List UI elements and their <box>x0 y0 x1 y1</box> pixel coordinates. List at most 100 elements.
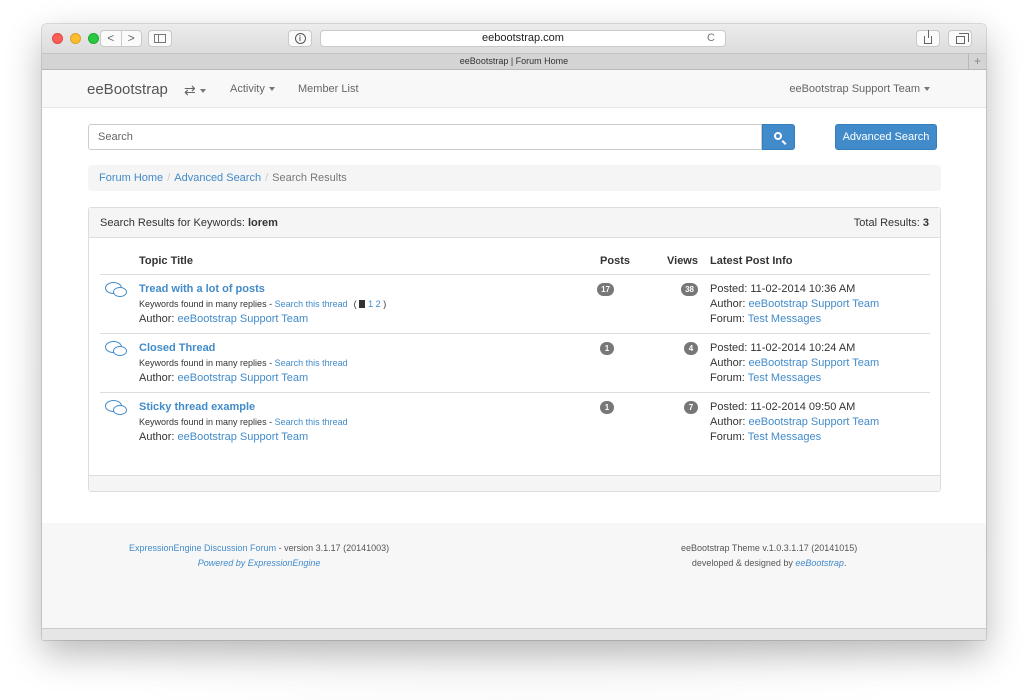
breadcrumb-forum-home[interactable]: Forum Home <box>99 172 163 184</box>
posts-count-badge: 1 <box>600 341 614 355</box>
topic-chat-icon <box>105 340 127 357</box>
table-row: Tread with a lot of posts Keywords found… <box>100 274 930 333</box>
forum-version: - version 3.1.17 (20141003) <box>276 543 390 553</box>
tabs-icon <box>955 33 969 44</box>
posted-date: Posted: 11-02-2014 10:36 AM <box>710 282 856 295</box>
author-label: Author: <box>139 312 178 325</box>
share-icon <box>924 30 932 44</box>
nav-activity[interactable]: Activity <box>230 83 275 95</box>
advanced-search-button[interactable]: Advanced Search <box>835 124 937 150</box>
results-panel-footer <box>89 475 940 491</box>
search-icon <box>774 132 782 140</box>
forum-link[interactable]: Test Messages <box>748 431 821 443</box>
page-link-1[interactable]: 1 <box>368 299 373 309</box>
footer-left: ExpressionEngine Discussion Forum - vers… <box>129 541 389 571</box>
total-results-label: Total Results: <box>853 217 923 229</box>
table-row: Closed Thread Keywords found in many rep… <box>100 332 930 392</box>
author-link[interactable]: eeBootstrap Support Team <box>178 372 309 384</box>
back-button[interactable]: < <box>101 31 122 46</box>
footer-right: eeBootstrap Theme v.1.0.3.1.17 (20141015… <box>681 543 858 568</box>
sidebar-toggle-button[interactable] <box>148 30 172 47</box>
keyword-note: Keywords found in many replies - Search … <box>139 357 348 368</box>
results-heading: Search Results for Keywords: lorem Total… <box>89 208 940 238</box>
traffic-lights <box>52 33 99 44</box>
breadcrumb-separator: / <box>265 172 269 184</box>
search-this-thread-link[interactable]: Search this thread <box>275 417 348 427</box>
posted-date: Posted: 11-02-2014 09:50 AM <box>710 400 856 413</box>
breadcrumb: Forum Home / Advanced Search / Search Result… <box>88 165 941 191</box>
search-this-thread-link[interactable]: Search this thread <box>275 299 348 309</box>
last-author-label: Author: <box>710 415 749 428</box>
table-header-row: Topic Title Posts Views Latest Post Info <box>100 252 930 275</box>
breadcrumb-current: Search Results <box>272 172 347 184</box>
search-input[interactable] <box>88 124 762 150</box>
document-icon <box>359 299 366 308</box>
caret-down-icon <box>268 87 275 92</box>
posted-date: Posted: 11-02-2014 10:24 AM <box>710 341 856 354</box>
last-author-link[interactable]: eeBootstrap Support Team <box>749 416 880 428</box>
address-bar[interactable]: eebootstrap.com C <box>320 30 726 47</box>
reload-icon[interactable]: C <box>707 31 715 46</box>
forum-label: Forum: <box>710 371 748 384</box>
nav-member-list[interactable]: Member List <box>298 83 359 95</box>
results-heading-prefix: Search Results for Keywords: <box>100 217 248 229</box>
topic-title-link[interactable]: Closed Thread <box>139 342 215 354</box>
header-topic-title: Topic Title <box>139 252 558 275</box>
last-author-label: Author: <box>710 356 749 369</box>
brand-link[interactable]: eeBootstrap <box>87 81 168 98</box>
table-row: Sticky thread example Keywords found in … <box>100 391 930 451</box>
swap-menu-toggle[interactable]: ⇄ <box>184 82 206 99</box>
page-link-2[interactable]: 2 <box>376 299 381 309</box>
caret-down-icon <box>199 89 206 94</box>
last-author-label: Author: <box>710 297 749 310</box>
reader-button[interactable]: i <box>288 30 312 47</box>
topic-chat-icon <box>105 399 127 416</box>
caret-down-icon <box>924 87 930 92</box>
author-link[interactable]: eeBootstrap Support Team <box>178 431 309 443</box>
search-this-thread-link[interactable]: Search this thread <box>275 358 348 368</box>
author-label: Author: <box>139 430 178 443</box>
user-menu-label: eeBootstrap Support Team <box>789 83 920 95</box>
new-tab-button[interactable]: + <box>968 54 986 69</box>
page-links: ( 1 2 ) <box>353 298 387 309</box>
powered-by-link[interactable]: Powered by ExpressionEngine <box>198 558 321 568</box>
eebootstrap-link[interactable]: eeBootstrap <box>795 558 844 568</box>
discussion-forum-link[interactable]: ExpressionEngine Discussion Forum <box>129 543 276 553</box>
total-results: Total Results: 3 <box>854 208 929 238</box>
forum-link[interactable]: Test Messages <box>748 372 821 384</box>
window-bottom-edge <box>42 628 986 640</box>
site-footer: ExpressionEngine Discussion Forum - vers… <box>42 523 986 628</box>
show-tabs-button[interactable] <box>948 30 972 47</box>
forward-button[interactable]: > <box>122 31 142 46</box>
views-count-badge: 7 <box>684 400 698 414</box>
close-window-button[interactable] <box>52 33 63 44</box>
minimize-window-button[interactable] <box>70 33 81 44</box>
zoom-window-button[interactable] <box>88 33 99 44</box>
author-link[interactable]: eeBootstrap Support Team <box>178 313 309 325</box>
browser-titlebar: < > i eebootstrap.com C <box>42 24 986 54</box>
user-menu[interactable]: eeBootstrap Support Team <box>789 83 930 95</box>
swap-arrows-icon: ⇄ <box>184 82 196 98</box>
keyword-note: Keywords found in many replies - Search … <box>139 298 387 309</box>
forum-label: Forum: <box>710 312 748 325</box>
header-icon-cell <box>100 252 139 275</box>
info-icon: i <box>294 33 306 44</box>
header-views: Views <box>630 252 698 275</box>
breadcrumb-advanced-search[interactable]: Advanced Search <box>174 172 261 184</box>
results-keyword: lorem <box>247 217 278 229</box>
tab-bar: eeBootstrap | Forum Home + <box>42 54 986 70</box>
site-navbar: eeBootstrap ⇄ Activity Member List eeBoo… <box>42 70 986 108</box>
tab-title[interactable]: eeBootstrap | Forum Home <box>460 56 568 66</box>
last-author-link[interactable]: eeBootstrap Support Team <box>749 298 880 310</box>
topic-title-link[interactable]: Tread with a lot of posts <box>139 283 265 295</box>
results-panel: Search Results for Keywords: lorem Total… <box>88 207 941 492</box>
header-posts: Posts <box>558 252 630 275</box>
forum-link[interactable]: Test Messages <box>748 313 821 325</box>
search-button[interactable] <box>762 124 795 150</box>
nav-activity-label: Activity <box>230 83 265 95</box>
share-button[interactable] <box>916 30 940 47</box>
topic-title-link[interactable]: Sticky thread example <box>139 401 255 413</box>
results-table: Topic Title Posts Views Latest Post Info… <box>100 252 930 451</box>
history-nav: < > <box>100 30 142 47</box>
last-author-link[interactable]: eeBootstrap Support Team <box>749 357 880 369</box>
